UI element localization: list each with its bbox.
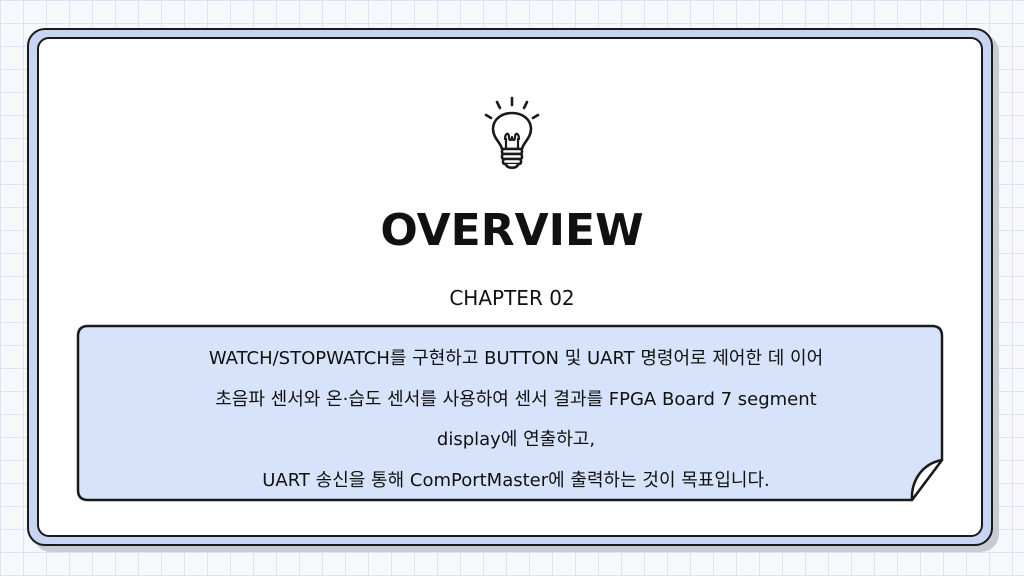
chapter-subtitle: CHAPTER 02 [449, 286, 575, 310]
page-title: OVERVIEW [380, 205, 644, 256]
description-line: display에 연출하고, [436, 429, 596, 450]
description-line: 초음파 센서와 온·습도 센서를 사용하여 센서 결과를 FPGA Board … [215, 388, 817, 410]
description-line: UART 송신을 통해 ComPortMaster에 출력하는 것이 목표입니다… [262, 469, 770, 491]
description-line: WATCH/STOPWATCH를 구현하고 BUTTON 및 UART 명령어로… [208, 348, 824, 369]
lightbulb-icon [484, 96, 540, 170]
description-text: WATCH/STOPWATCH를 구현하고 BUTTON 및 UART 명령어로… [96, 339, 936, 501]
